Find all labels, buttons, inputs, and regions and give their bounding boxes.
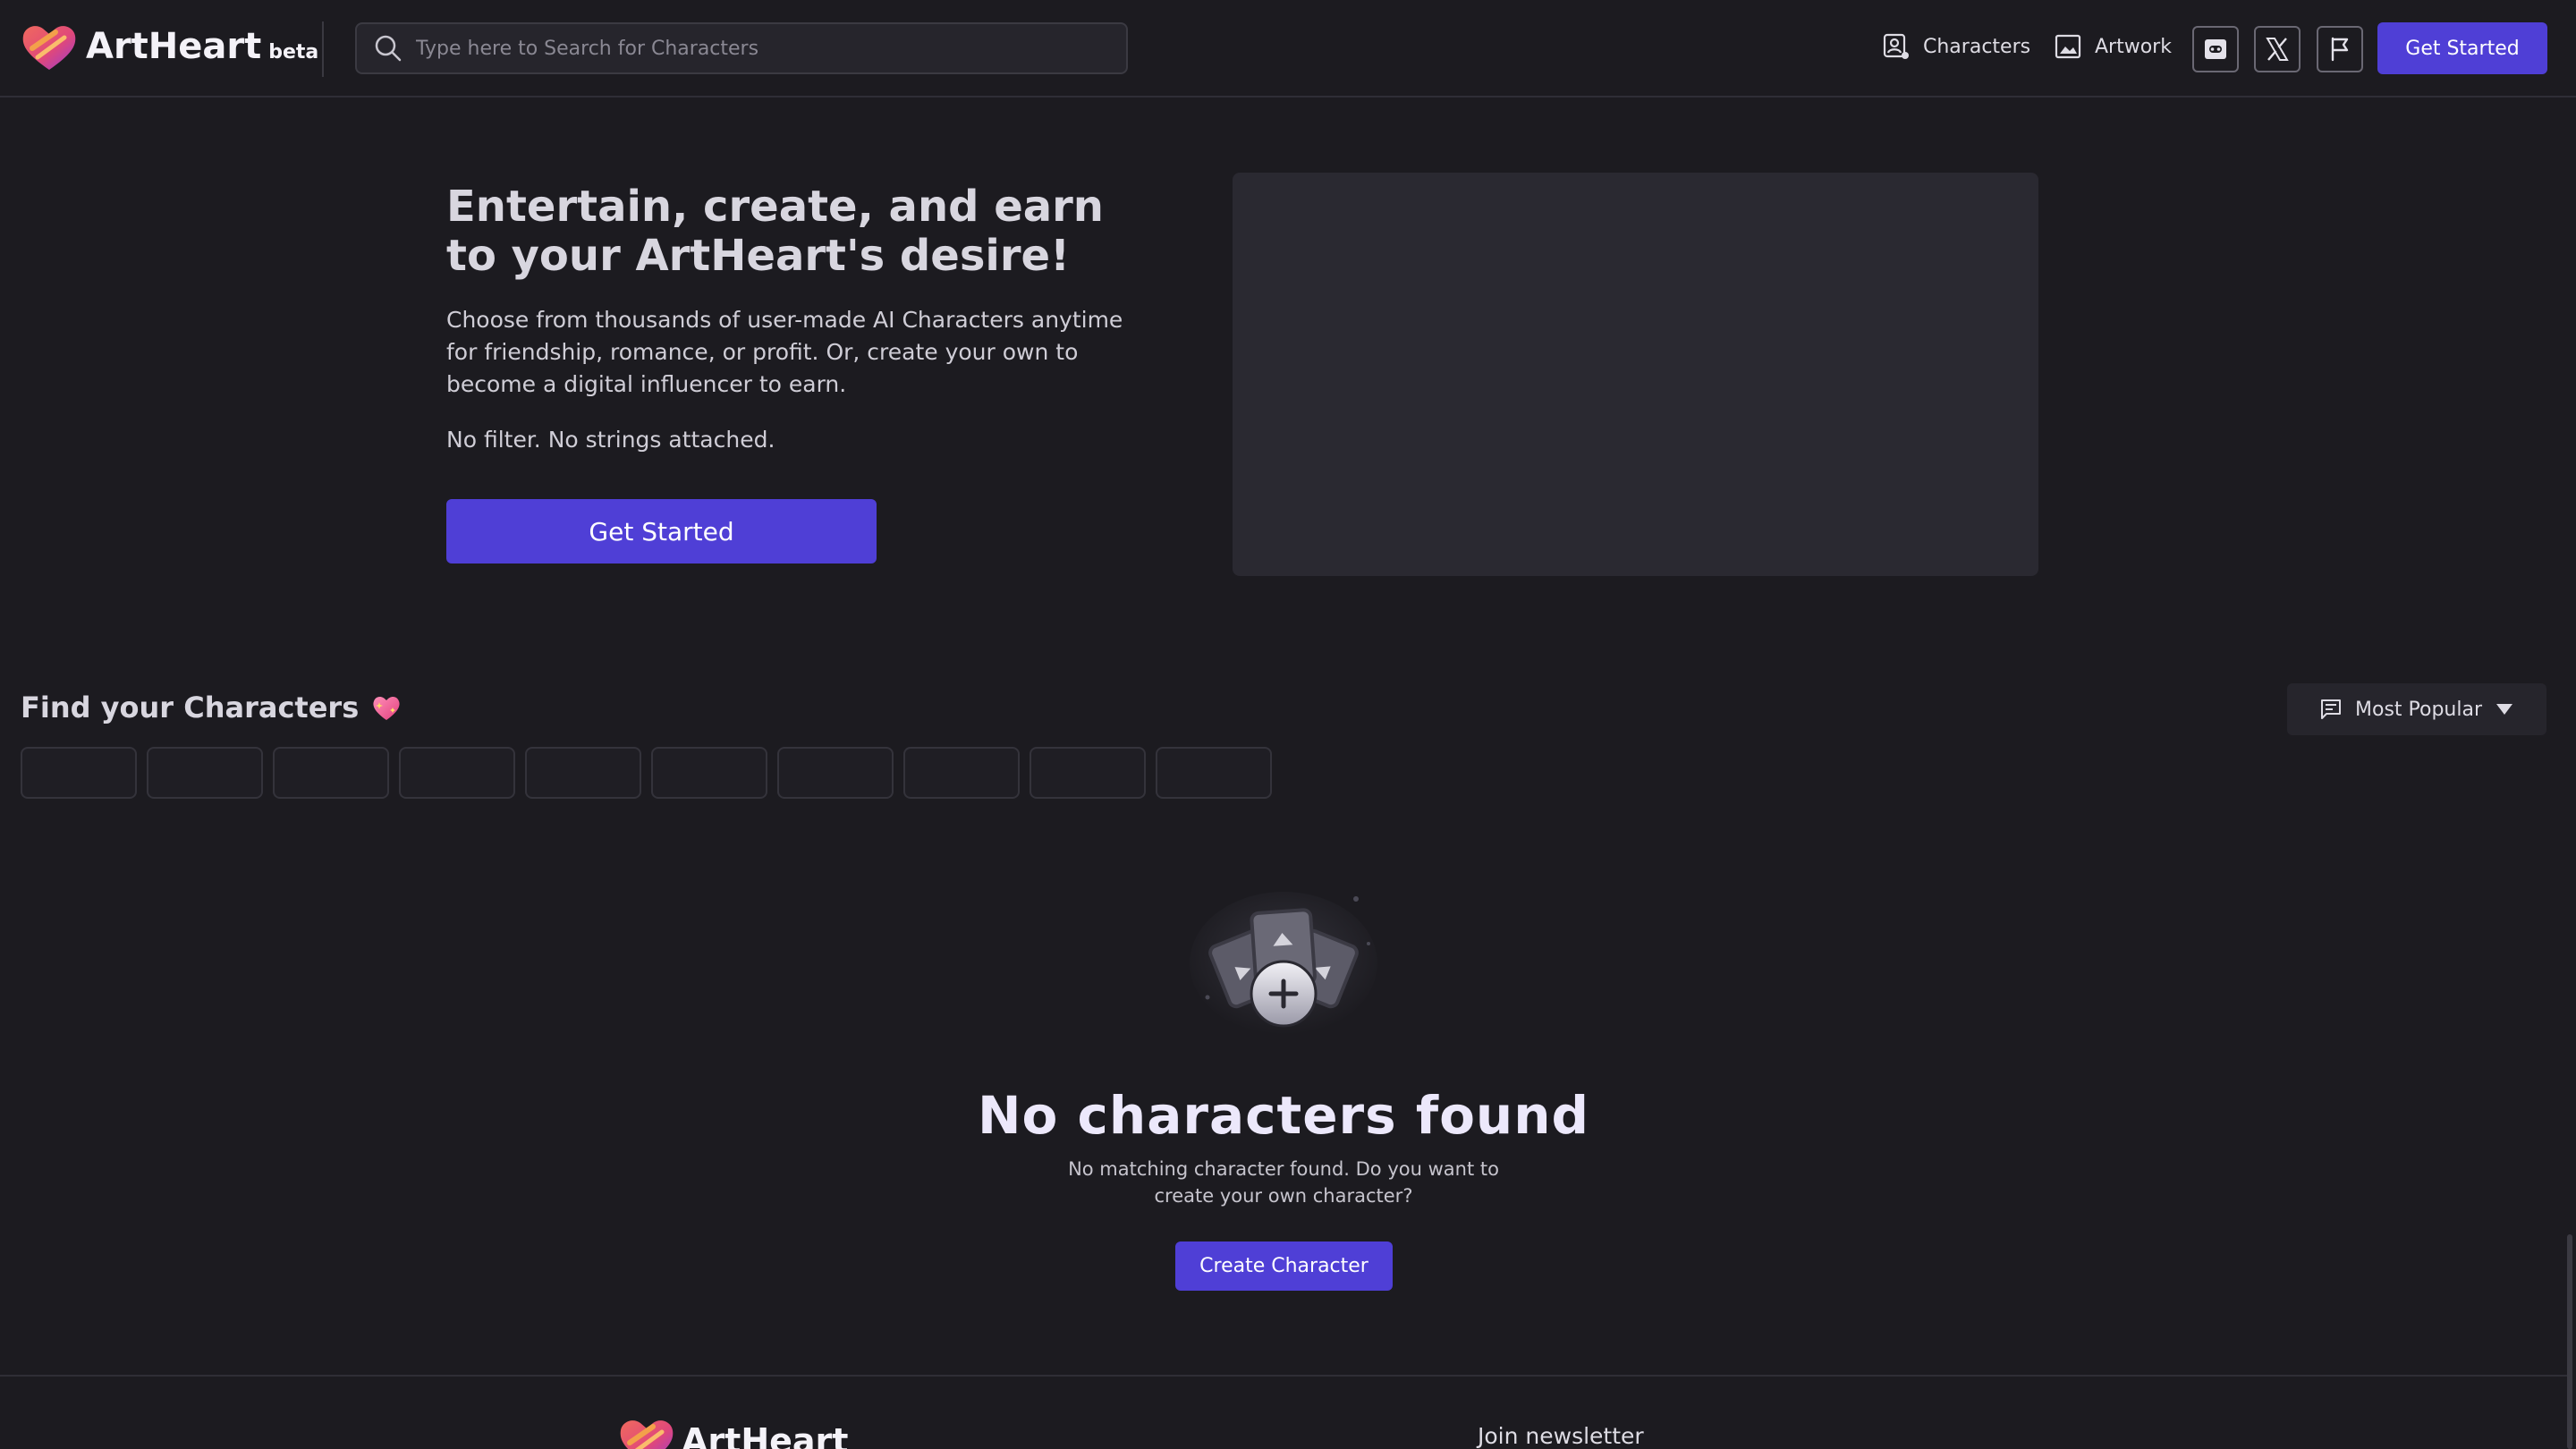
category-chip-placeholder[interactable] <box>1156 747 1272 799</box>
sparkling-heart-icon <box>373 696 400 720</box>
category-chip-placeholder[interactable] <box>21 747 137 799</box>
header-divider <box>322 21 324 77</box>
user-card-icon <box>1883 33 1909 59</box>
page: ArtHeart beta Characters <box>0 0 2576 1449</box>
newsletter-heading: Join newsletter <box>1478 1423 1644 1449</box>
category-chip-placeholder[interactable] <box>525 747 641 799</box>
find-characters-title: Find your Characters <box>21 691 360 724</box>
hero-get-started-button[interactable]: Get Started <box>446 499 877 564</box>
footer-brand-link[interactable]: ArtHeart <box>617 1416 848 1449</box>
category-chip-placeholder[interactable] <box>651 747 767 799</box>
top-navbar: ArtHeart beta Characters <box>0 0 2576 97</box>
search-input[interactable] <box>416 37 1096 60</box>
report-flag-button[interactable] <box>2317 26 2363 72</box>
hero-description: Choose from thousands of user-made AI Ch… <box>446 307 1123 397</box>
brand-name: ArtHeart <box>86 26 262 67</box>
create-character-button[interactable]: Create Character <box>1175 1241 1393 1291</box>
brand-home-link[interactable]: ArtHeart beta <box>20 21 318 72</box>
beta-badge: beta <box>268 40 319 64</box>
empty-state-description: No matching character found. Do you want… <box>1068 1158 1499 1207</box>
search-bar[interactable] <box>355 22 1128 74</box>
message-square-icon <box>2321 699 2341 719</box>
footer-brand-name: ArtHeart <box>682 1421 849 1449</box>
category-chip-placeholder[interactable] <box>399 747 515 799</box>
footer-divider <box>0 1375 2567 1377</box>
image-icon <box>2055 34 2081 59</box>
sort-selected-label: Most Popular <box>2355 698 2483 721</box>
category-chip-placeholder[interactable] <box>777 747 894 799</box>
caret-down-icon <box>2496 704 2512 715</box>
category-chip-placeholder[interactable] <box>273 747 389 799</box>
artheart-logo-icon <box>620 1420 674 1449</box>
empty-cards-illustration-icon <box>1190 892 1377 1035</box>
category-chip-placeholder[interactable] <box>1030 747 1146 799</box>
nav-characters-label: Characters <box>1923 35 2031 58</box>
hero-title: Entertain, create, and earn to your ArtH… <box>446 182 1104 281</box>
find-characters-heading: Find your Characters <box>21 691 402 724</box>
x-twitter-button[interactable] <box>2254 26 2301 72</box>
flag-icon <box>2331 37 2349 62</box>
search-icon <box>375 35 402 62</box>
nav-artwork-label: Artwork <box>2095 35 2172 58</box>
discord-icon <box>2205 39 2226 59</box>
nav-characters[interactable]: Characters <box>1882 32 2030 61</box>
header-get-started-button[interactable]: Get Started <box>2377 22 2547 74</box>
artheart-logo-icon <box>22 26 76 70</box>
x-icon <box>2266 38 2289 61</box>
empty-state-title: No characters found <box>977 1085 1590 1146</box>
page-scrollbar[interactable] <box>2567 1234 2572 1449</box>
nav-artwork[interactable]: Artwork <box>2054 32 2172 61</box>
hero-media-placeholder <box>1233 173 2038 576</box>
hero-tagline: No filter. No strings attached. <box>446 427 775 453</box>
category-chips <box>21 747 1282 799</box>
category-chip-placeholder[interactable] <box>147 747 263 799</box>
discord-button[interactable] <box>2192 26 2239 72</box>
sort-dropdown[interactable]: Most Popular <box>2287 683 2546 735</box>
category-chip-placeholder[interactable] <box>903 747 1020 799</box>
